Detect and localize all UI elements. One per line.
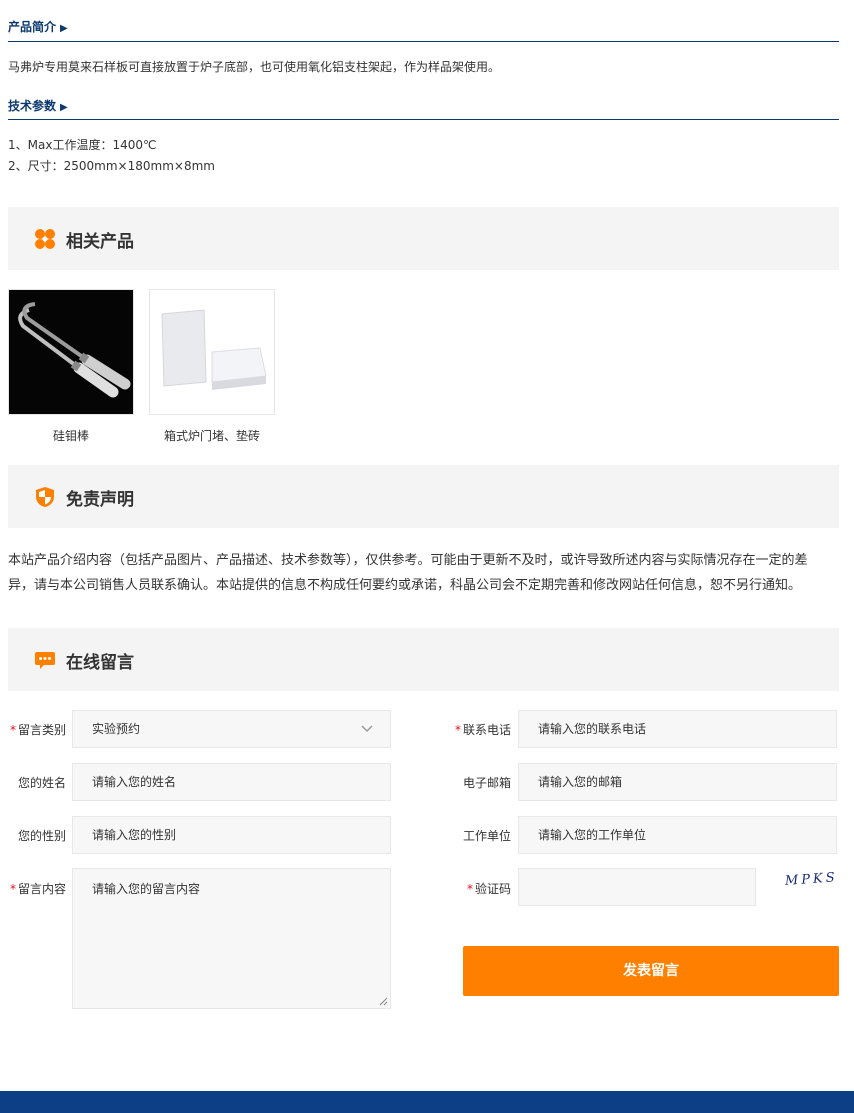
spec-line: 1、Max工作温度：1400℃	[8, 138, 157, 152]
email-input[interactable]: 请输入您的邮箱	[518, 763, 837, 801]
category-label: * 留言类别	[9, 723, 66, 737]
message-title: 在线留言	[66, 653, 134, 673]
category-select-value: 实验预约	[92, 722, 141, 736]
disclaimer-header: 免责声明	[8, 465, 839, 528]
category-select[interactable]: 实验预约	[72, 710, 391, 748]
specs-heading-label: 技术参数	[8, 99, 57, 113]
related-product-name[interactable]: 硅钼棒	[8, 427, 134, 444]
submit-button[interactable]: 发表留言	[463, 946, 839, 996]
content-textarea[interactable]: 请输入您的留言内容	[72, 868, 391, 1009]
phone-input[interactable]: 请输入您的联系电话	[518, 710, 837, 748]
chevron-down-icon	[361, 725, 373, 732]
required-mark: *	[454, 723, 461, 737]
spec-line: 2、尺寸：2500mm×180mm×8mm	[8, 159, 215, 173]
triangle-right-icon: ▶	[60, 102, 68, 113]
name-input[interactable]: 请输入您的姓名	[72, 763, 391, 801]
chat-bubble-icon	[35, 652, 55, 669]
email-label: 电子邮箱	[462, 776, 511, 790]
related-product-card[interactable]: 箱式炉门堵、垫砖	[149, 289, 275, 444]
captcha-label: * 验证码	[466, 882, 511, 896]
clover-icon	[35, 229, 55, 249]
captcha-image[interactable]: MPKS	[785, 870, 839, 889]
related-product-card[interactable]: 硅钼棒	[8, 289, 134, 444]
specs-heading: 技术参数 ▶	[8, 97, 68, 114]
required-mark: *	[466, 882, 473, 896]
intro-text: 马弗炉专用莫来石样板可直接放置于炉子底部，也可使用氧化铝支柱架起，作为样品架使用…	[8, 60, 501, 74]
intro-divider	[8, 41, 839, 42]
furnace-door-brick-image[interactable]	[149, 289, 275, 415]
message-header: 在线留言	[8, 628, 839, 691]
gender-input[interactable]: 请输入您的性别	[72, 816, 391, 854]
content-label: * 留言内容	[9, 882, 66, 896]
specs-divider	[8, 119, 839, 120]
intro-heading: 产品简介 ▶	[8, 18, 68, 35]
phone-label: * 联系电话	[454, 723, 511, 737]
intro-heading-label: 产品简介	[8, 20, 57, 34]
required-mark: *	[9, 882, 16, 896]
content-placeholder: 请输入您的留言内容	[92, 882, 201, 896]
company-label: 工作单位	[462, 829, 511, 843]
shield-icon	[36, 487, 54, 507]
related-product-name[interactable]: 箱式炉门堵、垫砖	[149, 427, 275, 444]
required-mark: *	[9, 723, 16, 737]
resize-handle-icon[interactable]	[379, 997, 388, 1006]
captcha-input[interactable]	[518, 868, 756, 906]
gender-label: 您的性别	[17, 829, 66, 843]
silicon-molybdenum-rod-image[interactable]	[8, 289, 134, 415]
disclaimer-text: 本站产品介绍内容（包括产品图片、产品描述、技术参数等），仅供参考。可能由于更新不…	[8, 553, 808, 593]
footer-bar	[0, 1091, 854, 1113]
related-products-title: 相关产品	[66, 232, 134, 252]
disclaimer-title: 免责声明	[66, 490, 134, 510]
company-input[interactable]: 请输入您的工作单位	[518, 816, 837, 854]
related-products-header: 相关产品	[8, 207, 839, 270]
triangle-right-icon: ▶	[60, 23, 68, 34]
name-label: 您的姓名	[17, 776, 66, 790]
